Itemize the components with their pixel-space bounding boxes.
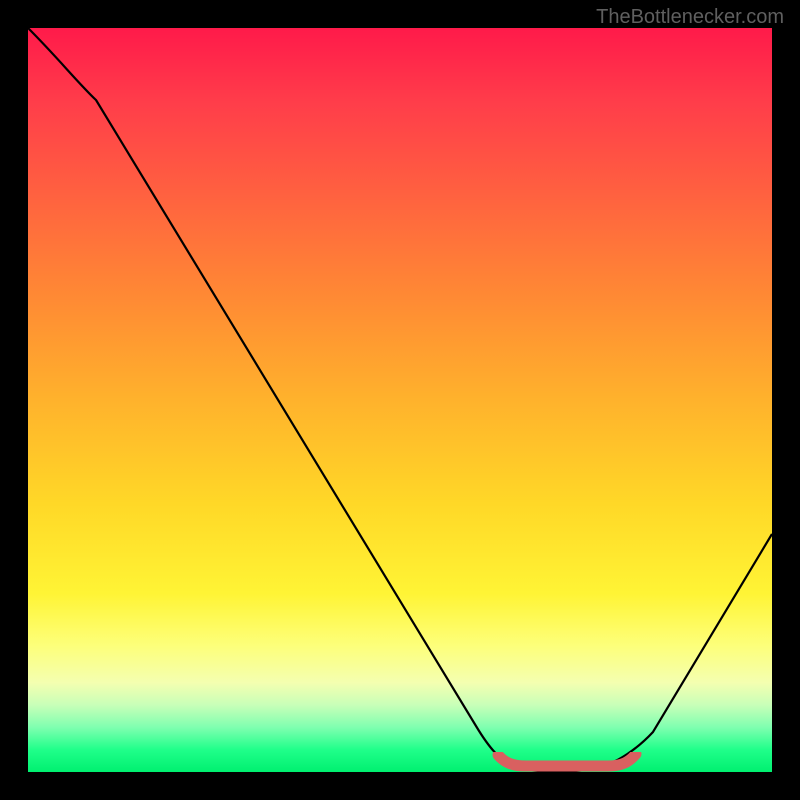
dip-marker-path (498, 754, 636, 766)
bottleneck-curve (28, 28, 772, 772)
curve-path (28, 28, 772, 772)
optimal-zone-marker (28, 752, 772, 772)
watermark: TheBottlenecker.com (596, 6, 784, 29)
chart-frame (28, 28, 772, 772)
